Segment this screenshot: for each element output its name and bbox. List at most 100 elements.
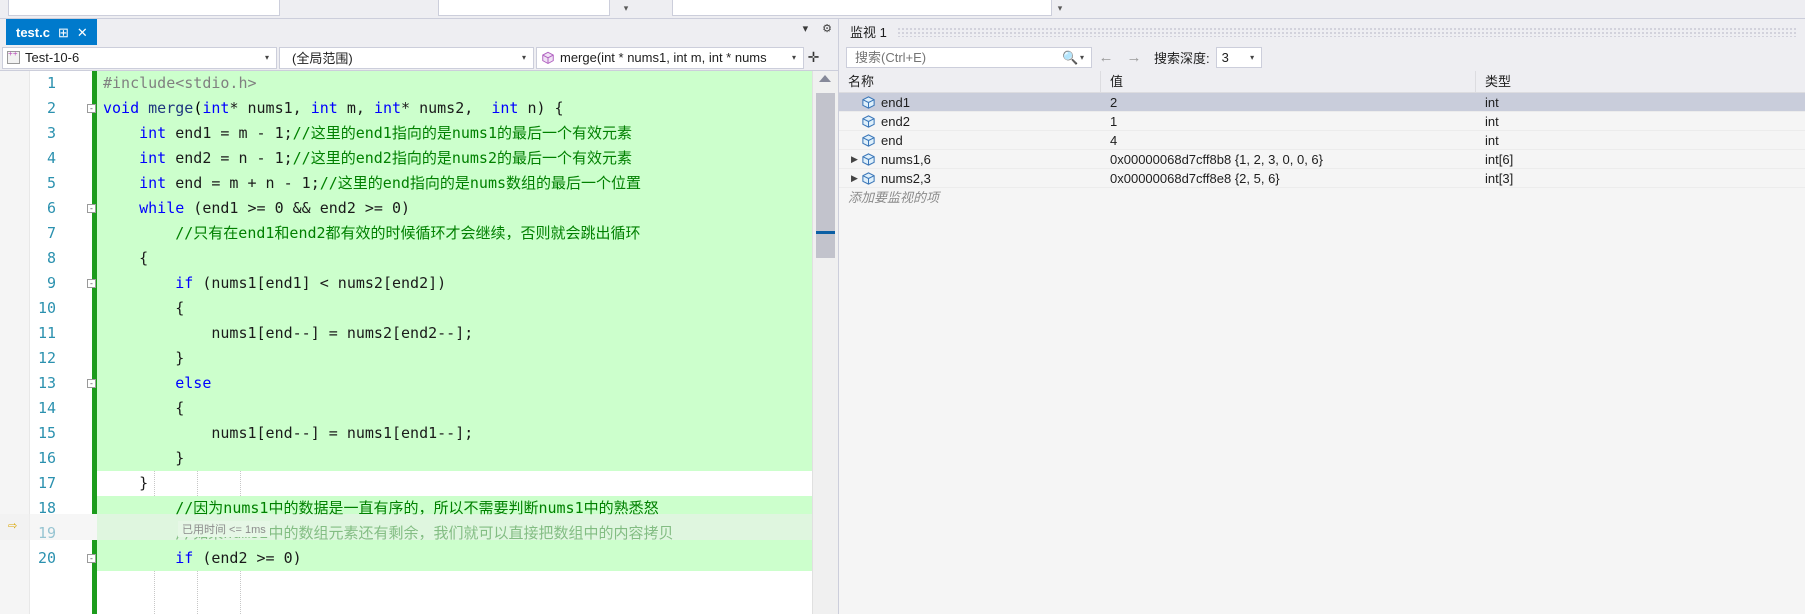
search-input[interactable]: [853, 49, 1062, 66]
chevron-down-icon[interactable]: ▾: [260, 53, 274, 62]
watch-cell-name[interactable]: ▶ nums2,3: [839, 169, 1101, 188]
fold-toggle-icon[interactable]: -: [87, 204, 96, 213]
watch-row[interactable]: end2 1 int: [839, 112, 1805, 131]
watch-name-text: nums2,3: [881, 170, 931, 186]
drag-grip[interactable]: [896, 26, 1798, 37]
document-tab-test-c[interactable]: test.c ⊞ ✕: [6, 19, 97, 45]
line-number: 3: [46, 124, 56, 142]
variable-icon: [861, 95, 881, 110]
toolbar-combo-1[interactable]: [8, 0, 280, 16]
code-text: int end1 = m - 1;//这里的end1指向的是nums1的最后一个…: [139, 124, 632, 142]
watch-cell-value[interactable]: 4: [1101, 131, 1476, 150]
watch-row[interactable]: ▶ nums1,6 0x00000068d7cff8b8 {1, 2, 3, 0, …: [839, 150, 1805, 169]
watch-cell-value[interactable]: 0x00000068d7cff8b8 {1, 2, 3, 0, 0, 6}: [1101, 150, 1476, 169]
code-text: if (end2 >= 0): [175, 549, 302, 567]
code-line: 12 }: [38, 346, 812, 371]
search-next-button[interactable]: →: [1120, 49, 1148, 66]
line-number: 7: [46, 224, 56, 242]
code-line: 20 - if (end2 >= 0): [38, 546, 812, 571]
gear-icon[interactable]: ⚙: [822, 22, 832, 35]
column-header-value[interactable]: 值: [1101, 71, 1476, 92]
scroll-up-arrow-icon[interactable]: [819, 75, 831, 82]
code-text: //只有在end1和end2都有效的时候循环才会继续，否则就会跳出循环: [175, 224, 641, 242]
pin-icon[interactable]: ⊞: [58, 26, 69, 39]
watch-cell-name[interactable]: end1: [839, 93, 1101, 112]
code-text: {: [103, 299, 185, 317]
code-line: 4 int end2 = n - 1;//这里的end2指向的是nums2的最后…: [47, 146, 812, 171]
editor-body[interactable]: 1 #include<stdio.h> 2- void merge(int* nums…: [0, 71, 838, 614]
editor-vertical-scrollbar[interactable]: [812, 71, 838, 614]
member-combo[interactable]: merge(int * nums1, int m, int * nums ▾: [536, 46, 804, 69]
code-line: 1 #include<stdio.h>: [47, 71, 812, 96]
variable-icon: [861, 133, 881, 148]
expand-arrow-icon[interactable]: ▶: [848, 150, 861, 169]
toolbar-caret-icon-1[interactable]: ▾: [620, 2, 632, 14]
line-number: 16: [37, 449, 56, 467]
line-number: 6: [46, 199, 56, 217]
line-number: 17: [37, 474, 56, 492]
search-options-dropdown-icon[interactable]: ▾: [1076, 53, 1088, 62]
watch-search-box[interactable]: 🔍 ▾: [846, 47, 1092, 68]
toolbar-caret-icon-2[interactable]: ▾: [1054, 2, 1066, 14]
chevron-down-icon[interactable]: ▾: [787, 53, 801, 62]
code-line: 3 int end1 = m - 1;//这里的end1指向的是nums1的最后…: [47, 121, 812, 146]
watch-name-text: end2: [881, 113, 910, 129]
code-text: int end2 = n - 1;//这里的end2指向的是nums2的最后一个…: [139, 149, 632, 167]
watch-cell-value[interactable]: 2: [1101, 93, 1476, 112]
code-text: nums1[end--] = nums2[end2--];: [103, 324, 474, 342]
watch-cell-name[interactable]: end2: [839, 112, 1101, 131]
line-number: 4: [46, 149, 56, 167]
watch-row[interactable]: end1 2 int: [839, 93, 1805, 112]
watch-cell-value[interactable]: 1: [1101, 112, 1476, 131]
column-header-type[interactable]: 类型: [1476, 71, 1805, 92]
watch-row[interactable]: end 4 int: [839, 131, 1805, 150]
search-depth-combo[interactable]: 3 ▾: [1215, 47, 1262, 68]
watch-cell-type: int: [1485, 132, 1499, 148]
fold-toggle-icon[interactable]: -: [87, 104, 96, 113]
code-line: 9 - if (nums1[end1] < nums2[end2]): [47, 271, 812, 296]
code-line: 15 nums1[end--] = nums1[end1--];: [38, 421, 812, 446]
watch-row[interactable]: ▶ nums2,3 0x00000068d7cff8e8 {2, 5, 6} int[…: [839, 169, 1805, 188]
code-text: }: [103, 449, 185, 467]
scope-combo[interactable]: (全局范围) ▾: [279, 46, 534, 69]
fold-toggle-icon[interactable]: -: [87, 554, 96, 563]
variable-icon: [861, 171, 881, 186]
fold-toggle-icon[interactable]: -: [87, 279, 96, 288]
toolbar-strip: ▾ ▾: [0, 0, 1805, 19]
tab-list-dropdown-icon[interactable]: ▾: [803, 22, 809, 35]
search-depth-value: 3: [1221, 50, 1229, 65]
column-header-name[interactable]: 名称: [839, 71, 1101, 92]
close-icon[interactable]: ✕: [77, 26, 88, 39]
code-line: 5 int end = m + n - 1;//这里的end指向的是nums数组…: [47, 171, 812, 196]
watch-cell-name[interactable]: ▶ nums1,6: [839, 150, 1101, 169]
expand-arrow-icon[interactable]: ▶: [848, 169, 861, 188]
toolbar-combo-2[interactable]: [438, 0, 610, 16]
add-watch-item-row[interactable]: 添加要监视的项: [839, 188, 1805, 207]
variable-icon: [861, 114, 881, 129]
project-combo-value: Test-10-6: [25, 50, 80, 65]
watch-cell-name[interactable]: end: [839, 131, 1101, 150]
chevron-down-icon[interactable]: ▾: [1246, 53, 1259, 62]
code-line: 10 {: [38, 296, 812, 321]
execution-line-highlight: [0, 514, 838, 540]
code-line: 8 {: [47, 246, 812, 271]
code-line: 17 }: [38, 471, 812, 496]
code-text: int end = m + n - 1;//这里的end指向的是nums数组的最…: [139, 174, 642, 192]
code-line: 7 //只有在end1和end2都有效的时候循环才会继续，否则就会跳出循环: [47, 221, 812, 246]
code-text: void merge(int* nums1, int m, int* nums2…: [103, 99, 564, 117]
code-text: nums1[end--] = nums1[end1--];: [103, 424, 474, 442]
line-number: 14: [37, 399, 56, 417]
watch-title-bar[interactable]: 监视 1: [839, 19, 1805, 44]
chevron-down-icon[interactable]: ▾: [517, 53, 531, 62]
code-text: {: [103, 249, 149, 267]
toolbar-combo-3[interactable]: [672, 0, 1052, 16]
scope-combo-value: (全局范围): [292, 51, 353, 66]
watch-cell-value[interactable]: 0x00000068d7cff8e8 {2, 5, 6}: [1101, 169, 1476, 188]
search-icon[interactable]: 🔍: [1062, 50, 1078, 66]
project-combo[interactable]: Test-10-6 ▾: [2, 46, 277, 69]
fold-toggle-icon[interactable]: -: [87, 379, 96, 388]
elapsed-time-tooltip: 已用时间 <= 1ms: [178, 521, 270, 537]
split-view-button[interactable]: ✛: [806, 47, 821, 69]
search-previous-button[interactable]: ←: [1092, 49, 1120, 66]
watch-cell-type: int: [1485, 94, 1499, 110]
